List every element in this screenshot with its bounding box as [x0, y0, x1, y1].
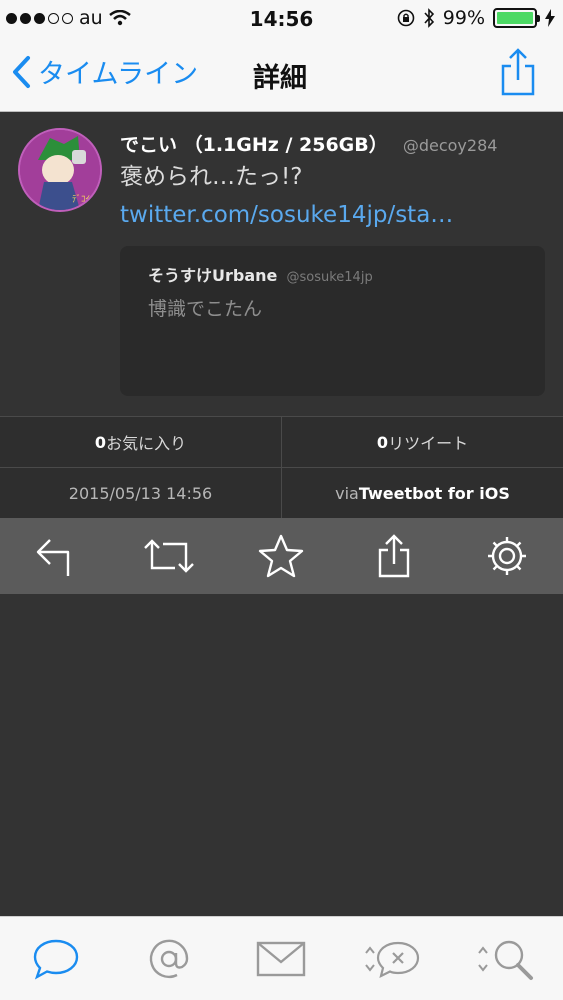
- orientation-lock-icon: [397, 9, 415, 27]
- quoted-author: そうすけUrbane: [148, 266, 278, 285]
- client-name: Tweetbot for iOS: [358, 483, 510, 503]
- via-prefix: via: [335, 483, 359, 503]
- bluetooth-icon: [424, 8, 434, 28]
- timeline-bubble-icon: [34, 939, 79, 980]
- retweets-icon: [365, 941, 420, 978]
- retweet-icon: [144, 539, 194, 573]
- back-button[interactable]: タイムライン: [10, 52, 198, 91]
- share-button[interactable]: [499, 46, 537, 102]
- charging-bolt-icon: [545, 9, 555, 27]
- tweet-stats: 0 お気に入り 0 リツイート 2015/05/13 14:56 via Twe…: [0, 416, 563, 518]
- back-button-label: タイムライン: [38, 59, 199, 90]
- tab-mentions[interactable]: [134, 929, 204, 989]
- favorite-star-icon: [259, 534, 304, 578]
- search-icon: [477, 940, 533, 980]
- retweets-count: 0: [376, 432, 389, 452]
- empty-content-area: [0, 594, 563, 916]
- tweet-client[interactable]: via Tweetbot for iOS: [281, 468, 563, 518]
- settings-button[interactable]: [477, 526, 537, 586]
- reply-icon: [37, 539, 70, 576]
- page-title: 詳細: [253, 63, 307, 94]
- retweets-count-button[interactable]: 0 リツイート: [281, 417, 563, 467]
- favorites-count-button[interactable]: 0 お気に入り: [0, 417, 281, 467]
- mentions-at-icon: [149, 939, 189, 978]
- share-icon: [501, 48, 535, 96]
- retweet-button[interactable]: [139, 526, 199, 586]
- tab-retweets[interactable]: [359, 929, 429, 989]
- quoted-text: 博識でこたん: [148, 298, 263, 320]
- tweet-text: 褒められ…たっ!? twitter.com/sosuke14jp/sta…: [120, 158, 540, 234]
- tab-timeline[interactable]: [21, 929, 91, 989]
- chevron-left-icon: [13, 55, 30, 88]
- tab-messages[interactable]: [246, 929, 316, 989]
- share-tweet-button[interactable]: [364, 526, 424, 586]
- retweets-label: リツイート: [388, 434, 469, 453]
- battery-icon: [493, 8, 540, 28]
- tweet-link[interactable]: twitter.com/sosuke14jp/sta…: [120, 202, 453, 228]
- svg-text:ﾃﾞｺｲ: ﾃﾞｺｲ: [72, 194, 90, 205]
- reply-button[interactable]: [26, 526, 86, 586]
- favorites-count: 0: [94, 432, 107, 452]
- tweet-body: 褒められ…たっ!?: [120, 164, 303, 190]
- tab-bar: [0, 916, 563, 1000]
- messages-envelope-icon: [257, 941, 306, 976]
- avatar[interactable]: ﾃﾞｺｲ: [18, 128, 102, 212]
- tweet-display-name[interactable]: でこい （1.1GHz / 256GB）: [120, 134, 388, 156]
- status-bar: au 14:56 99%: [0, 0, 563, 38]
- tweet-detail: ﾃﾞｺｲ でこい （1.1GHz / 256GB） @decoy284 褒められ…: [0, 112, 563, 416]
- favorite-button[interactable]: [251, 526, 311, 586]
- tab-search[interactable]: [472, 929, 542, 989]
- tweet-username[interactable]: @decoy284: [403, 136, 498, 155]
- quoted-username: @sosuke14jp: [286, 270, 373, 285]
- favorites-label: お気に入り: [106, 434, 187, 453]
- navigation-bar: タイムライン 詳細: [0, 38, 563, 112]
- battery-percent: 99%: [442, 7, 485, 29]
- quoted-tweet-card[interactable]: そうすけUrbane @sosuke14jp 博識でこたん: [120, 246, 545, 396]
- tweet-action-bar: [0, 518, 563, 594]
- settings-gear-icon: [487, 537, 526, 575]
- tweet-timestamp: 2015/05/13 14:56: [68, 483, 213, 503]
- share-icon: [378, 534, 410, 578]
